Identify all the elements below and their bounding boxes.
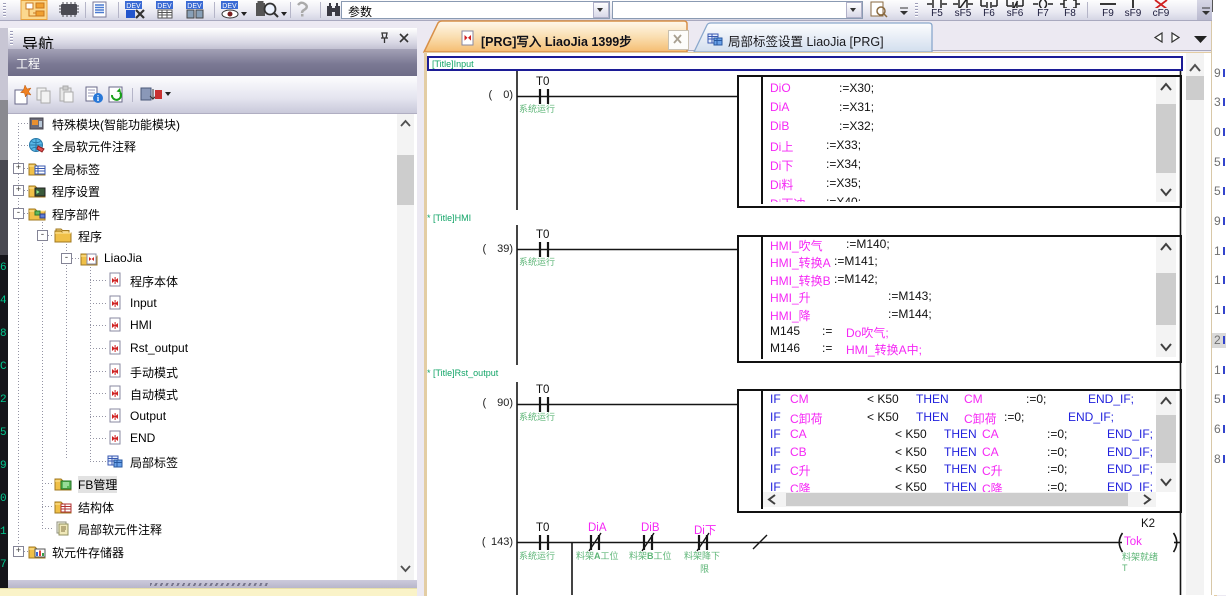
svg-text:DEV: DEV: [126, 3, 141, 10]
svg-text:DEV: DEV: [222, 3, 237, 10]
svg-text:DEV: DEV: [187, 3, 202, 10]
svg-text:DEV: DEV: [157, 3, 172, 10]
